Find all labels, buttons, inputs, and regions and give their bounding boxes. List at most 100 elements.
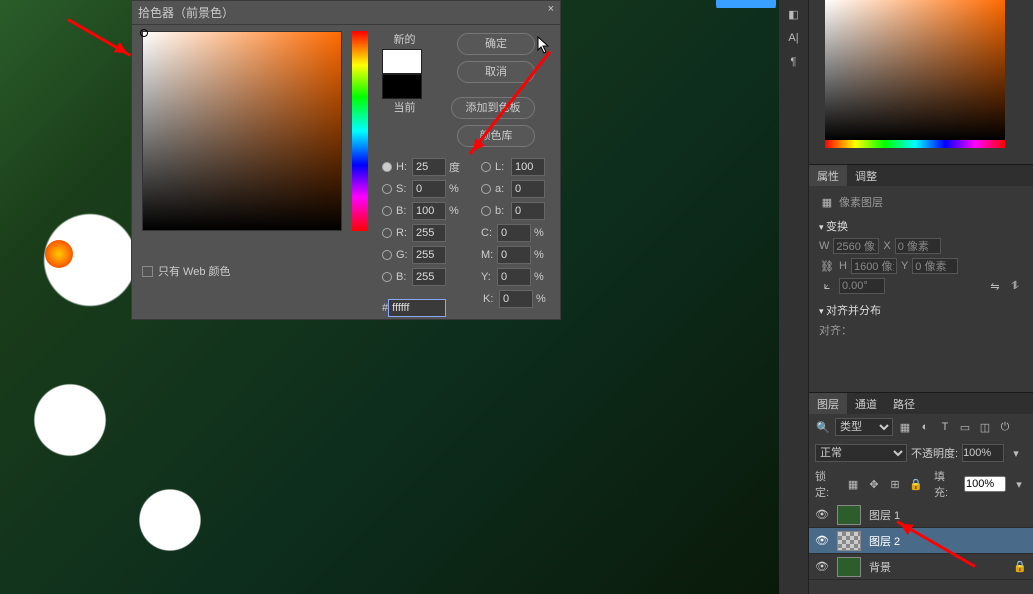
b2-input[interactable]	[412, 268, 446, 286]
s-radio[interactable]	[382, 184, 392, 194]
x-label: X	[883, 240, 890, 252]
tab-paths[interactable]: 路径	[885, 393, 923, 414]
web-only-checkbox[interactable]	[142, 266, 153, 277]
l-input[interactable]	[511, 158, 545, 176]
hue-slider[interactable]	[352, 31, 368, 231]
color-field[interactable]	[142, 31, 342, 231]
tab-channels[interactable]: 通道	[847, 393, 885, 414]
l-radio[interactable]	[481, 162, 491, 172]
tab-layers[interactable]: 图层	[809, 393, 847, 414]
hex-input[interactable]	[388, 299, 446, 317]
visibility-icon[interactable]: 👁	[815, 560, 829, 573]
m-input[interactable]	[497, 246, 531, 264]
lock-label: 锁定:	[815, 468, 840, 500]
lock-all-icon[interactable]: 🔒	[908, 476, 924, 492]
character-icon[interactable]: A|	[785, 32, 803, 48]
transform-section[interactable]: 变换	[819, 218, 1023, 234]
g-radio[interactable]	[382, 250, 392, 260]
paragraph-icon[interactable]: ¶	[785, 56, 803, 72]
current-color-label: 当前	[382, 99, 427, 115]
s-label: S:	[396, 183, 412, 195]
cancel-button[interactable]: 取消	[457, 61, 535, 83]
web-only-label: 只有 Web 颜色	[158, 263, 231, 279]
h-input[interactable]	[412, 158, 446, 176]
fill-input[interactable]	[964, 476, 1006, 492]
opacity-input[interactable]	[962, 444, 1004, 462]
r-radio[interactable]	[382, 228, 392, 238]
w-input[interactable]	[833, 238, 879, 254]
g-input[interactable]	[412, 246, 446, 264]
a-label: a:	[495, 183, 511, 195]
bv-input[interactable]	[412, 202, 446, 220]
a-radio[interactable]	[481, 184, 491, 194]
b-radio[interactable]	[481, 206, 491, 216]
layer-item[interactable]: 👁 图层 2	[809, 528, 1033, 554]
layer-item[interactable]: 👁 图层 1	[809, 502, 1033, 528]
k-label: K:	[483, 293, 499, 305]
layer-thumb	[837, 557, 861, 577]
lock-position-icon[interactable]: ✥	[866, 476, 882, 492]
search-icon[interactable]: 🔍	[815, 419, 831, 435]
lock-pixels-icon[interactable]: ▦	[845, 476, 861, 492]
filter-pixel-icon[interactable]: ▦	[897, 419, 913, 435]
blend-mode-select[interactable]: 正常	[815, 444, 907, 462]
s-input[interactable]	[412, 180, 446, 198]
fill-label: 填充:	[934, 468, 959, 500]
color-libraries-button[interactable]: 颜色库	[457, 125, 535, 147]
layer-thumb	[837, 531, 861, 551]
ok-button[interactable]: 确定	[457, 33, 535, 55]
w-label: W	[819, 240, 829, 252]
c-label: C:	[481, 227, 497, 239]
r-input[interactable]	[412, 224, 446, 242]
m-unit: %	[534, 249, 554, 261]
flip-h-icon[interactable]: ⇋	[987, 278, 1003, 294]
tab-adjustments[interactable]: 调整	[847, 165, 885, 186]
current-color-swatch[interactable]	[382, 74, 422, 99]
layer-item[interactable]: 👁 背景 🔒	[809, 554, 1033, 580]
dialog-title: 拾色器（前景色）	[132, 1, 560, 25]
mini-color-field[interactable]	[825, 0, 1005, 140]
filter-adjust-icon[interactable]: ◐	[917, 419, 933, 435]
h-radio[interactable]	[382, 162, 392, 172]
visibility-icon[interactable]: 👁	[815, 534, 829, 547]
h-label: H:	[396, 161, 412, 173]
add-to-swatches-button[interactable]: 添加到色板	[451, 97, 535, 119]
c-input[interactable]	[497, 224, 531, 242]
filter-smart-icon[interactable]: ◫	[977, 419, 993, 435]
align-sub-label: 对齐：	[819, 322, 852, 338]
swatches-icon[interactable]: ◧	[785, 8, 803, 24]
color-field-cursor	[140, 29, 148, 37]
align-section[interactable]: 对齐并分布	[819, 302, 1023, 318]
x-input[interactable]	[895, 238, 941, 254]
layers-tabs: 图层 通道 路径	[809, 392, 1033, 414]
lock-artboard-icon[interactable]: ⊞	[887, 476, 903, 492]
visibility-icon[interactable]: 👁	[815, 508, 829, 521]
c-unit: %	[534, 227, 554, 239]
a-input[interactable]	[511, 180, 545, 198]
filter-kind-select[interactable]: 类型	[835, 418, 893, 436]
filter-type-icon[interactable]: T	[937, 419, 953, 435]
y-unit: %	[534, 271, 554, 283]
lock-icon: 🔒	[1013, 560, 1027, 573]
link-wh-icon[interactable]: ⛓	[819, 258, 835, 274]
opacity-dropdown-icon[interactable]: ▾	[1008, 445, 1024, 461]
h-input2[interactable]	[851, 258, 897, 274]
mouse-cursor-icon	[537, 36, 551, 54]
tab-properties[interactable]: 属性	[809, 165, 847, 186]
h-unit: 度	[449, 159, 469, 175]
pixel-layer-icon: ▦	[819, 194, 835, 210]
b-input[interactable]	[511, 202, 545, 220]
flip-v-icon[interactable]: ⥮	[1007, 278, 1023, 294]
filter-toggle-icon[interactable]: ⏻	[997, 419, 1013, 435]
fill-dropdown-icon[interactable]: ▾	[1011, 476, 1027, 492]
y-input[interactable]	[497, 268, 531, 286]
b2-radio[interactable]	[382, 272, 392, 282]
mini-hue-slider[interactable]	[825, 140, 1005, 148]
k-input[interactable]	[499, 290, 533, 308]
bv-radio[interactable]	[382, 206, 392, 216]
angle-input[interactable]	[839, 278, 885, 294]
close-icon[interactable]: ×	[548, 3, 554, 15]
s-unit: %	[449, 183, 469, 195]
y-input2[interactable]	[912, 258, 958, 274]
filter-shape-icon[interactable]: ▭	[957, 419, 973, 435]
